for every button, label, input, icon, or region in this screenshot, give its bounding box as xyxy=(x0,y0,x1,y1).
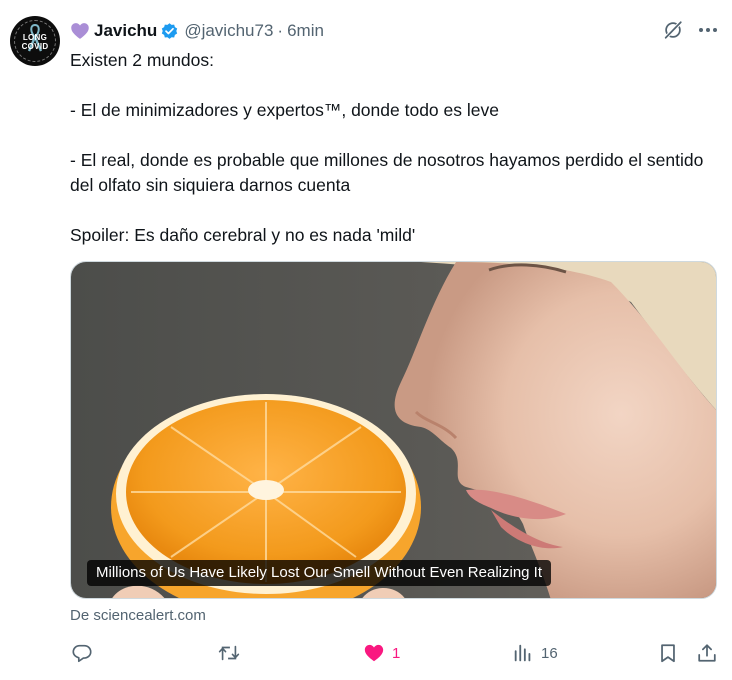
separator-dot: · xyxy=(277,21,284,40)
tweet-text: Existen 2 mundos: - El de minimizadores … xyxy=(70,48,720,248)
tweet-header: Javichu @javichu73 · 6min xyxy=(70,19,324,43)
card-image xyxy=(71,262,716,598)
share-icon xyxy=(698,644,716,662)
retweet-button[interactable] xyxy=(218,641,247,665)
author-name[interactable]: Javichu xyxy=(94,21,157,41)
purple-heart-emoji xyxy=(71,23,89,39)
card-title: Millions of Us Have Likely Lost Our Smel… xyxy=(87,560,552,586)
retweet-icon xyxy=(218,645,240,661)
views-icon xyxy=(514,644,531,662)
author-handle[interactable]: @javichu73 xyxy=(184,21,273,41)
tweet-timestamp[interactable]: 6min xyxy=(287,21,324,41)
card-source-domain[interactable]: De sciencealert.com xyxy=(70,607,206,624)
verified-badge-icon xyxy=(162,22,178,39)
tweet-line: - El real, donde es probable que millone… xyxy=(70,150,704,195)
link-card[interactable]: Millions of Us Have Likely Lost Our Smel… xyxy=(70,261,717,599)
like-count: 1 xyxy=(392,644,401,662)
like-button[interactable]: 1 xyxy=(363,641,400,665)
avatar[interactable]: LONG COVID xyxy=(10,16,60,66)
grok-icon[interactable] xyxy=(662,19,684,41)
tweet-line: Spoiler: Es daño cerebral y no es nada '… xyxy=(70,225,416,245)
reply-icon xyxy=(72,644,92,663)
views-count: 16 xyxy=(541,644,558,662)
more-icon[interactable] xyxy=(696,18,720,42)
bookmark-button[interactable] xyxy=(657,641,679,665)
share-button[interactable] xyxy=(696,641,718,665)
tweet-line: - El de minimizadores y expertos™, donde… xyxy=(70,100,499,120)
like-icon xyxy=(364,644,384,662)
reply-button[interactable] xyxy=(71,641,100,665)
views-button[interactable]: 16 xyxy=(512,641,558,665)
avatar-text-line-2: COVID xyxy=(21,42,49,51)
bookmark-icon xyxy=(661,644,675,663)
tweet-line: Existen 2 mundos: xyxy=(70,50,214,70)
avatar-text-line-1: LONG xyxy=(22,33,48,42)
